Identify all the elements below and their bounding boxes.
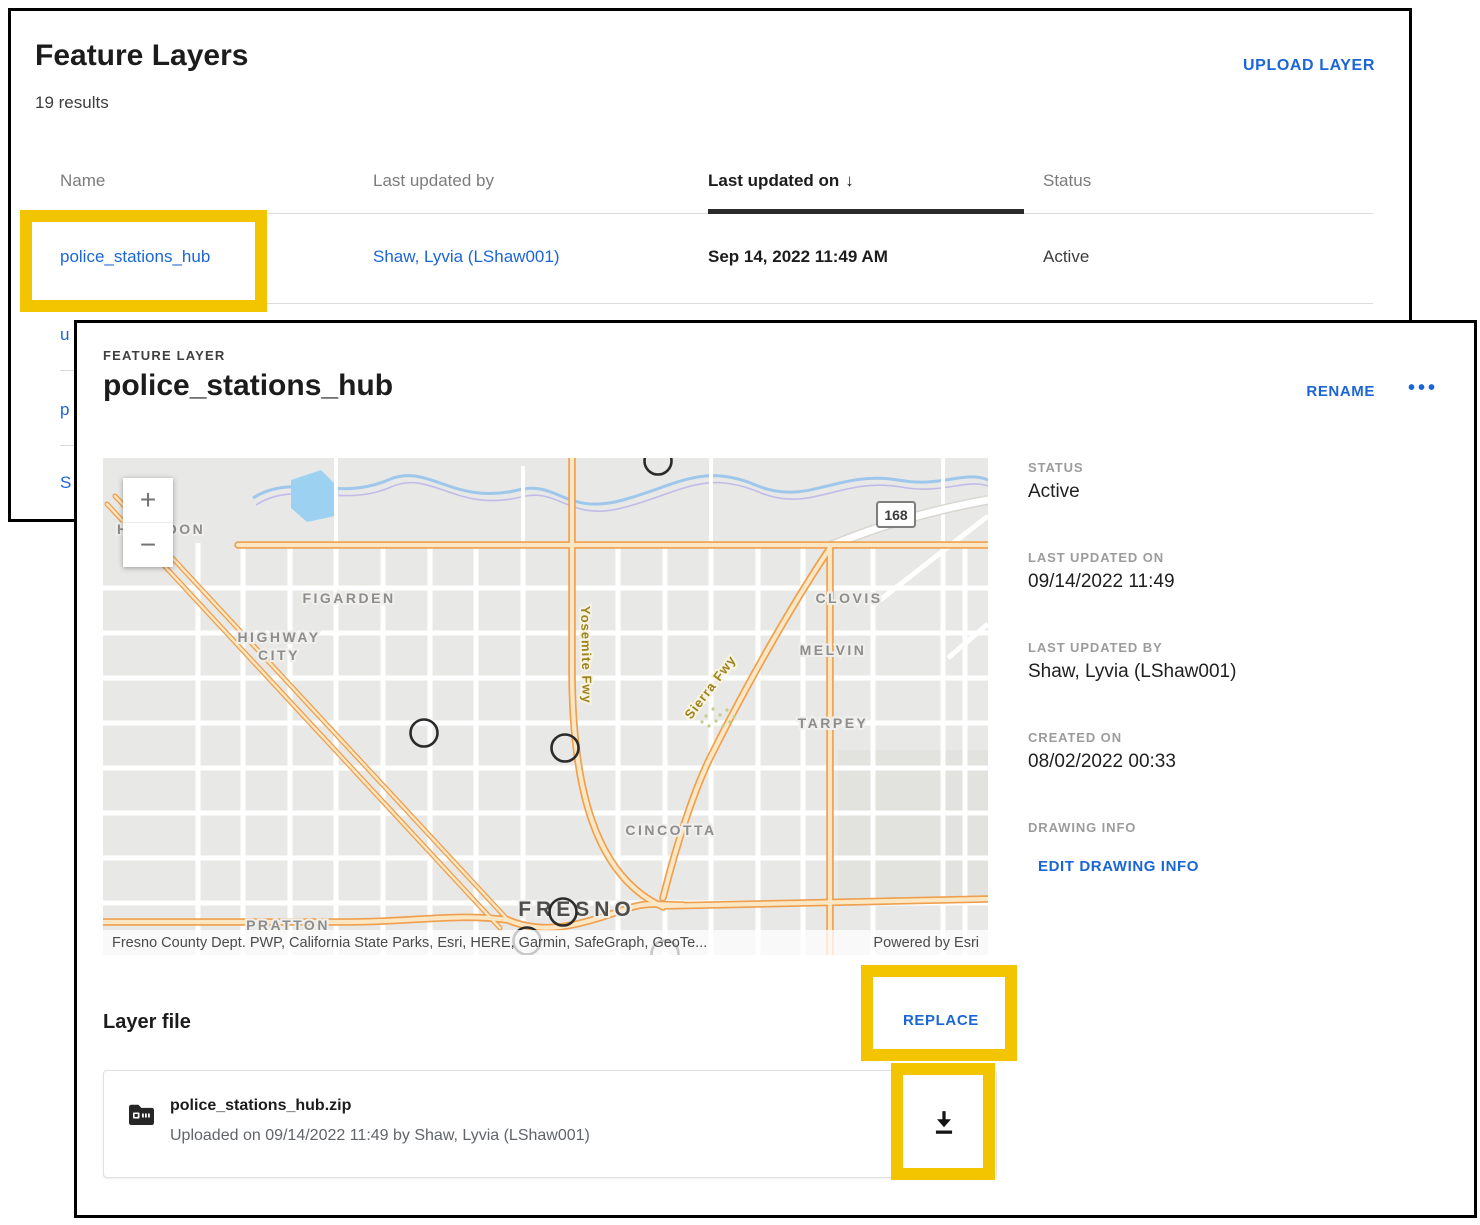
sort-descending-icon: ↓ [845,171,854,190]
last-updated-by-label: LAST UPDATED BY [1028,640,1163,655]
feature-layer-detail-window: FEATURE LAYER police_stations_hub RENAME… [74,320,1477,1218]
detail-eyebrow: FEATURE LAYER [103,348,226,363]
drawing-info-label: DRAWING INFO [1028,820,1136,835]
zip-file-icon [128,1103,155,1131]
map-zoom-control: + − [123,478,173,567]
map-label-melvin: MELVIN [800,642,867,658]
layer-name-link-partial[interactable]: p [60,400,69,420]
status-value: Active [1028,481,1080,503]
created-on-value: 08/02/2022 00:33 [1028,751,1176,773]
edit-drawing-info-button[interactable]: EDIT DRAWING INFO [1038,858,1199,875]
created-on-label: CREATED ON [1028,730,1122,745]
upload-layer-button[interactable]: UPLOAD LAYER [1243,57,1375,75]
page-title: Feature Layers [35,39,248,73]
zoom-in-button[interactable]: + [123,478,173,522]
map-label-cincotta: CINCOTTA [625,822,716,838]
last-updated-on-label: LAST UPDATED ON [1028,550,1164,565]
last-updated-by-value: Shaw, Lyvia (LShaw001) [1028,661,1236,683]
zoom-out-button[interactable]: − [123,523,173,567]
column-header-last-updated-by[interactable]: Last updated by [373,171,494,191]
column-header-last-updated-on[interactable]: Last updated on↓ [708,171,854,191]
route-shield-label: 168 [884,507,908,523]
map-label-highway-city-2: CITY [258,647,300,663]
highlight-box-replace [861,965,1017,1061]
layer-name-link-partial[interactable]: u [60,325,69,345]
map-label-yosemite-fwy: Yosemite Fwy [578,606,595,704]
file-name: police_stations_hub.zip [170,1097,351,1115]
map-label-highway-city-1: HIGHWAY [237,629,320,645]
layer-file-card: police_stations_hub.zip Uploaded on 09/1… [103,1070,997,1178]
sorted-column-indicator [708,209,1024,214]
column-header-status[interactable]: Status [1043,171,1091,191]
status-label: STATUS [1028,460,1083,475]
last-updated-on-value: 09/14/2022 11:49 [1028,571,1175,593]
map-attribution-text: Fresno County Dept. PWP, California Stat… [112,935,707,951]
powered-by-esri: Powered by Esri [873,935,979,951]
more-options-icon[interactable]: ••• [1402,376,1444,401]
route-168-shield: 168 [877,502,915,527]
status-value: Active [1043,247,1089,267]
map-attribution-bar: Fresno County Dept. PWP, California Stat… [103,930,988,955]
layer-name-link-partial[interactable]: S [60,473,71,493]
highlight-box-download [891,1063,995,1180]
map-label-clovis: CLOVIS [815,590,882,606]
detail-title: police_stations_hub [103,369,393,403]
highlight-box-layer-name [20,210,267,312]
updated-on-value: Sep 14, 2022 11:49 AM [708,247,888,267]
file-upload-meta: Uploaded on 09/14/2022 11:49 by Shaw, Ly… [170,1127,590,1145]
column-header-name[interactable]: Name [60,171,105,191]
updated-by-link[interactable]: Shaw, Lyvia (LShaw001) [373,247,559,267]
map-svg: 168 HERNDON FIGARDEN HIGHWAY CITY CLOVIS… [103,458,988,955]
map-label-figarden: FIGARDEN [302,590,395,606]
rename-button[interactable]: RENAME [1306,383,1375,400]
map-preview[interactable]: 168 HERNDON FIGARDEN HIGHWAY CITY CLOVIS… [103,458,988,955]
map-label-tarpey: TARPEY [798,715,869,731]
layer-file-section-title: Layer file [103,1011,191,1034]
results-count: 19 results [35,93,109,113]
